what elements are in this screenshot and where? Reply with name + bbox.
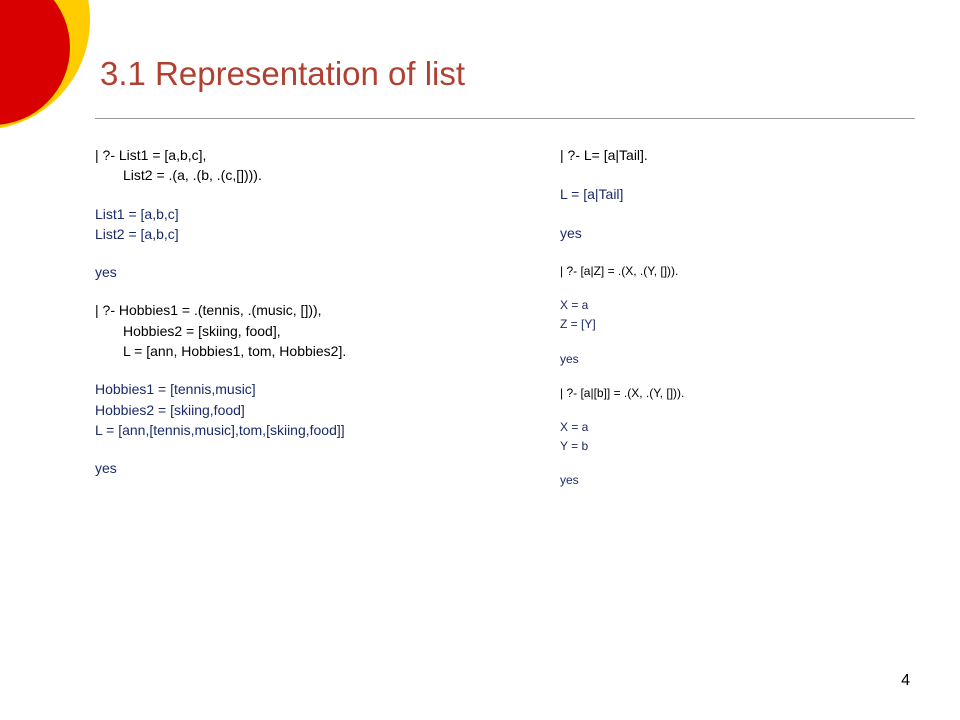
code-line: | ?- L= [a|Tail]. xyxy=(560,145,910,166)
code-line: Hobbies2 = [skiing, food], xyxy=(123,321,530,341)
code-line: L = [a|Tail] xyxy=(560,184,910,205)
decorative-circle-red xyxy=(0,0,70,125)
slide-content: | ?- List1 = [a,b,c], List2 = .(a, .(b, … xyxy=(95,145,915,491)
code-line: yes xyxy=(95,458,530,478)
code-line: List2 = .(a, .(b, .(c,[]))). xyxy=(123,165,530,185)
code-line: | ?- [a|Z] = .(X, .(Y, [])). xyxy=(560,262,910,281)
code-line: yes xyxy=(560,471,910,490)
code-line: L = [ann, Hobbies1, tom, Hobbies2]. xyxy=(123,341,530,361)
code-line: Hobbies1 = [tennis,music] xyxy=(95,379,530,399)
code-line: List1 = [a,b,c] xyxy=(95,204,530,224)
code-line: yes xyxy=(560,350,910,369)
code-line: yes xyxy=(560,223,910,244)
code-line: X = a xyxy=(560,296,910,315)
code-line: | ?- [a|[b]] = .(X, .(Y, [])). xyxy=(560,384,910,403)
page-title: 3.1 Representation of list xyxy=(100,55,465,93)
divider xyxy=(95,118,915,119)
left-column: | ?- List1 = [a,b,c], List2 = .(a, .(b, … xyxy=(95,145,530,491)
code-line: Hobbies2 = [skiing,food] xyxy=(95,400,530,420)
page-number: 4 xyxy=(901,672,910,690)
code-line: X = a xyxy=(560,418,910,437)
code-line: | ?- List1 = [a,b,c], xyxy=(95,145,530,165)
code-line: Z = [Y] xyxy=(560,315,910,334)
code-line: List2 = [a,b,c] xyxy=(95,224,530,244)
right-column: | ?- L= [a|Tail]. L = [a|Tail] yes | ?- … xyxy=(560,145,910,491)
code-line: L = [ann,[tennis,music],tom,[skiing,food… xyxy=(95,420,530,440)
code-line: yes xyxy=(95,262,530,282)
code-line: Y = b xyxy=(560,437,910,456)
code-line: | ?- Hobbies1 = .(tennis, .(music, [])), xyxy=(95,300,530,320)
